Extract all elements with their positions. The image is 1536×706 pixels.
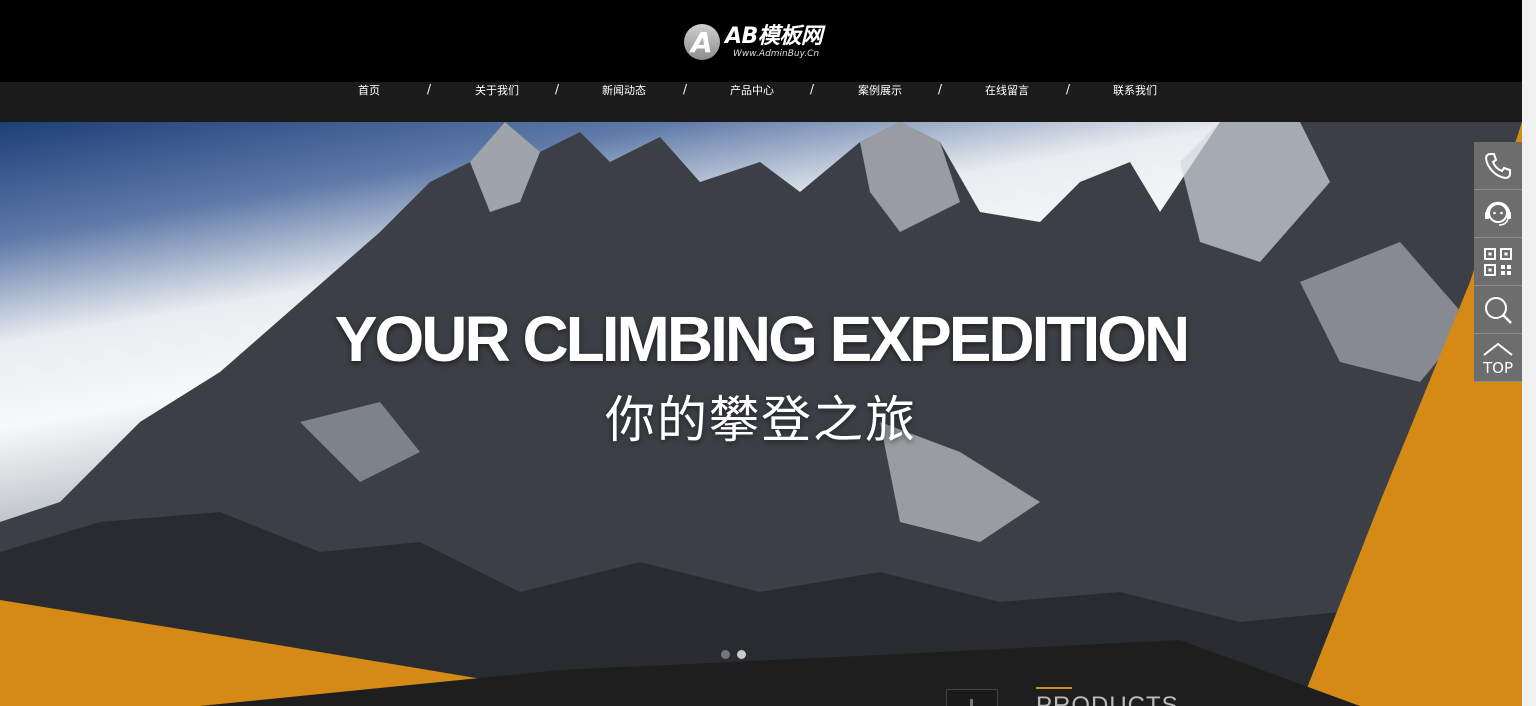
logo-badge-letter: A [691,26,713,59]
nav-item-products[interactable]: 产品中心 [730,82,774,122]
nav-separator: / [555,82,560,96]
nav-separator: / [1066,82,1071,96]
slider-dot[interactable] [721,650,730,659]
phone-button[interactable] [1474,142,1522,190]
back-to-top-label: TOP [1482,359,1513,377]
nav-separator: / [810,82,815,96]
nav-item-contact[interactable]: 联系我们 [1113,82,1157,122]
logo-badge-icon: A [684,24,720,60]
products-icon [970,699,973,706]
nav-separator: / [938,82,943,96]
hero-subtitle: 你的攀登之旅 [605,391,917,449]
logo-url: Www.AdminBuy.Cn [733,48,820,59]
site-header: A AB模板网 Www.AdminBuy.Cn [0,0,1522,82]
slider-dots [721,650,746,659]
products-accent-line [1036,687,1072,689]
back-to-top-icon [1483,342,1513,356]
hero-banner[interactable]: YOUR CLIMBING EXPEDITION 你的攀登之旅 PRODUCTS [0,122,1522,706]
page-scrollbar[interactable] [1522,0,1536,706]
nav-item-about[interactable]: 关于我们 [475,82,519,122]
hero-title: YOUR CLIMBING EXPEDITION [334,303,1191,375]
qr-code-icon [1484,248,1512,276]
logo-text: AB模板网 Www.AdminBuy.Cn [725,23,823,60]
customer-service-button[interactable] [1474,190,1522,238]
slider-dot-active[interactable] [737,650,746,659]
nav-item-news[interactable]: 新闻动态 [602,82,646,122]
nav-item-home[interactable]: 首页 [358,82,380,122]
nav-separator: / [427,82,432,96]
logo-name: AB模板网 [725,23,823,49]
phone-icon [1484,153,1511,180]
search-icon [1485,297,1512,324]
products-heading: PRODUCTS [1036,692,1179,706]
customer-service-icon [1485,201,1511,226]
search-button[interactable] [1474,286,1522,334]
back-to-top-button[interactable]: TOP [1474,334,1522,382]
nav-item-message[interactable]: 在线留言 [985,82,1029,122]
products-icon-box [946,689,998,706]
nav-separator: / [683,82,688,96]
nav-item-cases[interactable]: 案例展示 [858,82,902,122]
site-logo[interactable]: A AB模板网 Www.AdminBuy.Cn [684,22,823,62]
floating-toolbar: TOP [1474,142,1522,382]
main-nav: 首页 / 关于我们 / 新闻动态 / 产品中心 / 案例展示 / 在线留言 / … [0,82,1522,122]
qr-code-button[interactable] [1474,238,1522,286]
